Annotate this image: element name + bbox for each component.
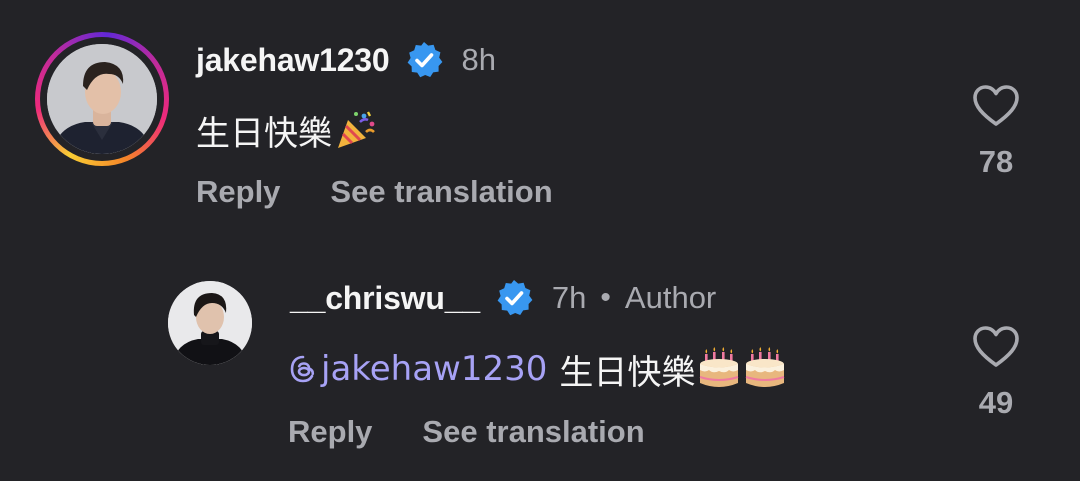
reply-button[interactable]: Reply <box>196 174 280 210</box>
party-popper-icon <box>334 108 378 152</box>
comment-header: jakehaw1230 8h <box>196 38 496 82</box>
timestamp: 7h <box>551 280 587 315</box>
avatar-photo-chriswu <box>168 281 252 365</box>
birthday-cake-icon <box>743 347 787 391</box>
heart-icon[interactable] <box>972 325 1020 369</box>
comment-body: 生日快樂 <box>196 105 378 155</box>
avatar-photo-jakehaw1230 <box>47 44 157 154</box>
like-area: 78 <box>966 84 1026 180</box>
verified-badge-icon <box>404 40 444 80</box>
comment-text: 生日快樂 <box>196 113 332 154</box>
username[interactable]: jakehaw1230 <box>196 42 390 79</box>
see-translation-button[interactable]: See translation <box>330 174 552 210</box>
verified-badge-icon <box>494 278 534 318</box>
threads-icon <box>288 354 318 384</box>
like-count: 78 <box>978 144 1014 179</box>
comments-thread: jakehaw1230 8h 生日快樂 Reply See translatio… <box>0 0 1080 481</box>
like-area: 49 <box>966 325 1026 421</box>
mention-link[interactable]: jakehaw1230 <box>288 349 547 389</box>
timestamp: 8h <box>461 42 496 77</box>
reply-header: __chriswu__ 7h • Author <box>290 276 716 320</box>
comment-actions: Reply See translation <box>196 170 553 214</box>
birthday-cake-icon <box>697 347 741 391</box>
mention-username: jakehaw1230 <box>321 349 548 389</box>
avatar[interactable] <box>47 44 157 154</box>
like-count: 49 <box>978 385 1014 420</box>
heart-icon[interactable] <box>972 84 1020 128</box>
avatar[interactable] <box>168 281 252 365</box>
separator-dot: • <box>600 281 611 314</box>
comment-text: 生日快樂 <box>559 352 696 393</box>
author-badge: Author <box>624 280 717 315</box>
reply-actions: Reply See translation <box>288 410 645 454</box>
username[interactable]: __chriswu__ <box>290 280 480 317</box>
reply-body: jakehaw1230 生日快樂 <box>288 344 787 394</box>
reply-button[interactable]: Reply <box>288 414 372 450</box>
see-translation-button[interactable]: See translation <box>422 414 644 450</box>
